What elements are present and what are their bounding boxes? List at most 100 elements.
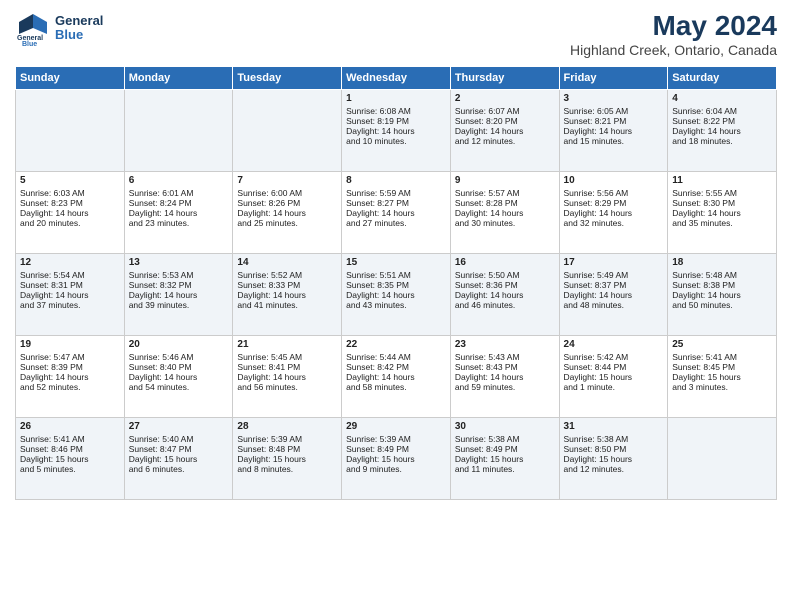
calendar-cell: 27Sunrise: 5:40 AMSunset: 8:47 PMDayligh…: [124, 418, 233, 500]
cell-line: Daylight: 14 hours: [20, 208, 120, 218]
cell-line: and 37 minutes.: [20, 300, 120, 310]
cell-line: Sunrise: 5:43 AM: [455, 352, 555, 362]
day-number: 2: [455, 93, 555, 104]
header-row: SundayMondayTuesdayWednesdayThursdayFrid…: [16, 67, 777, 90]
day-number: 11: [672, 175, 772, 186]
calendar-cell: 17Sunrise: 5:49 AMSunset: 8:37 PMDayligh…: [559, 254, 668, 336]
cell-line: and 30 minutes.: [455, 218, 555, 228]
calendar-cell: 8Sunrise: 5:59 AMSunset: 8:27 PMDaylight…: [342, 172, 451, 254]
header-thursday: Thursday: [450, 67, 559, 90]
cell-line: Sunset: 8:39 PM: [20, 362, 120, 372]
cell-line: Daylight: 14 hours: [346, 126, 446, 136]
cell-line: Daylight: 14 hours: [129, 290, 229, 300]
calendar-cell: 1Sunrise: 6:08 AMSunset: 8:19 PMDaylight…: [342, 90, 451, 172]
cell-line: Daylight: 14 hours: [455, 208, 555, 218]
cell-line: and 12 minutes.: [455, 136, 555, 146]
cell-line: Daylight: 15 hours: [672, 372, 772, 382]
week-row-2: 5Sunrise: 6:03 AMSunset: 8:23 PMDaylight…: [16, 172, 777, 254]
calendar-cell: 13Sunrise: 5:53 AMSunset: 8:32 PMDayligh…: [124, 254, 233, 336]
cell-line: and 10 minutes.: [346, 136, 446, 146]
cell-line: Daylight: 14 hours: [672, 290, 772, 300]
cell-line: Sunset: 8:50 PM: [564, 444, 664, 454]
cell-line: Daylight: 14 hours: [129, 208, 229, 218]
day-number: 8: [346, 175, 446, 186]
cell-line: Sunrise: 5:46 AM: [129, 352, 229, 362]
cell-line: Daylight: 15 hours: [564, 454, 664, 464]
day-number: 22: [346, 339, 446, 350]
calendar-cell: 20Sunrise: 5:46 AMSunset: 8:40 PMDayligh…: [124, 336, 233, 418]
cell-line: Daylight: 14 hours: [346, 372, 446, 382]
cell-line: Sunset: 8:27 PM: [346, 198, 446, 208]
calendar-cell: 31Sunrise: 5:38 AMSunset: 8:50 PMDayligh…: [559, 418, 668, 500]
day-number: 9: [455, 175, 555, 186]
cell-line: Sunrise: 5:47 AM: [20, 352, 120, 362]
day-number: 30: [455, 421, 555, 432]
cell-line: and 20 minutes.: [20, 218, 120, 228]
calendar-cell: 7Sunrise: 6:00 AMSunset: 8:26 PMDaylight…: [233, 172, 342, 254]
day-number: 29: [346, 421, 446, 432]
cell-line: and 54 minutes.: [129, 382, 229, 392]
cell-line: Sunset: 8:24 PM: [129, 198, 229, 208]
title-area: May 2024 Highland Creek, Ontario, Canada: [570, 10, 777, 58]
cell-line: Sunrise: 5:42 AM: [564, 352, 664, 362]
calendar-cell: 28Sunrise: 5:39 AMSunset: 8:48 PMDayligh…: [233, 418, 342, 500]
day-number: 26: [20, 421, 120, 432]
calendar-cell: 14Sunrise: 5:52 AMSunset: 8:33 PMDayligh…: [233, 254, 342, 336]
cell-line: and 12 minutes.: [564, 464, 664, 474]
calendar-cell: 30Sunrise: 5:38 AMSunset: 8:49 PMDayligh…: [450, 418, 559, 500]
calendar-cell: 15Sunrise: 5:51 AMSunset: 8:35 PMDayligh…: [342, 254, 451, 336]
day-number: 15: [346, 257, 446, 268]
cell-line: Sunset: 8:49 PM: [346, 444, 446, 454]
cell-line: Sunrise: 5:41 AM: [672, 352, 772, 362]
cell-line: Sunset: 8:22 PM: [672, 116, 772, 126]
cell-line: and 18 minutes.: [672, 136, 772, 146]
cell-line: Daylight: 14 hours: [237, 290, 337, 300]
calendar-cell: 3Sunrise: 6:05 AMSunset: 8:21 PMDaylight…: [559, 90, 668, 172]
header-friday: Friday: [559, 67, 668, 90]
cell-line: Sunset: 8:28 PM: [455, 198, 555, 208]
subtitle: Highland Creek, Ontario, Canada: [570, 42, 777, 58]
calendar-table: SundayMondayTuesdayWednesdayThursdayFrid…: [15, 66, 777, 500]
cell-line: Sunset: 8:20 PM: [455, 116, 555, 126]
cell-line: and 32 minutes.: [564, 218, 664, 228]
calendar-cell: 2Sunrise: 6:07 AMSunset: 8:20 PMDaylight…: [450, 90, 559, 172]
cell-line: Daylight: 14 hours: [20, 290, 120, 300]
cell-line: Sunrise: 6:03 AM: [20, 188, 120, 198]
day-number: 3: [564, 93, 664, 104]
cell-line: Sunset: 8:19 PM: [346, 116, 446, 126]
cell-line: and 8 minutes.: [237, 464, 337, 474]
calendar-cell: 18Sunrise: 5:48 AMSunset: 8:38 PMDayligh…: [668, 254, 777, 336]
cell-line: Daylight: 14 hours: [455, 290, 555, 300]
header-tuesday: Tuesday: [233, 67, 342, 90]
calendar-cell: 10Sunrise: 5:56 AMSunset: 8:29 PMDayligh…: [559, 172, 668, 254]
week-row-3: 12Sunrise: 5:54 AMSunset: 8:31 PMDayligh…: [16, 254, 777, 336]
logo-icon: General Blue: [15, 10, 51, 46]
cell-line: Daylight: 14 hours: [346, 290, 446, 300]
day-number: 10: [564, 175, 664, 186]
calendar-cell: 26Sunrise: 5:41 AMSunset: 8:46 PMDayligh…: [16, 418, 125, 500]
cell-line: Sunrise: 5:53 AM: [129, 270, 229, 280]
cell-line: and 39 minutes.: [129, 300, 229, 310]
cell-line: Daylight: 14 hours: [672, 126, 772, 136]
logo-blue: Blue: [55, 28, 103, 42]
cell-line: Daylight: 14 hours: [20, 372, 120, 382]
cell-line: Sunrise: 6:05 AM: [564, 106, 664, 116]
cell-line: and 23 minutes.: [129, 218, 229, 228]
day-number: 18: [672, 257, 772, 268]
calendar-cell: [668, 418, 777, 500]
calendar-cell: [233, 90, 342, 172]
day-number: 23: [455, 339, 555, 350]
cell-line: Daylight: 14 hours: [237, 372, 337, 382]
header-wednesday: Wednesday: [342, 67, 451, 90]
calendar-cell: 4Sunrise: 6:04 AMSunset: 8:22 PMDaylight…: [668, 90, 777, 172]
cell-line: Daylight: 14 hours: [564, 126, 664, 136]
cell-line: Sunrise: 5:48 AM: [672, 270, 772, 280]
cell-line: Sunrise: 5:52 AM: [237, 270, 337, 280]
day-number: 12: [20, 257, 120, 268]
page: General Blue General Blue May 2024 Highl…: [0, 0, 792, 612]
cell-line: and 1 minute.: [564, 382, 664, 392]
cell-line: Sunrise: 6:00 AM: [237, 188, 337, 198]
cell-line: Sunset: 8:49 PM: [455, 444, 555, 454]
cell-line: Sunrise: 5:59 AM: [346, 188, 446, 198]
day-number: 21: [237, 339, 337, 350]
